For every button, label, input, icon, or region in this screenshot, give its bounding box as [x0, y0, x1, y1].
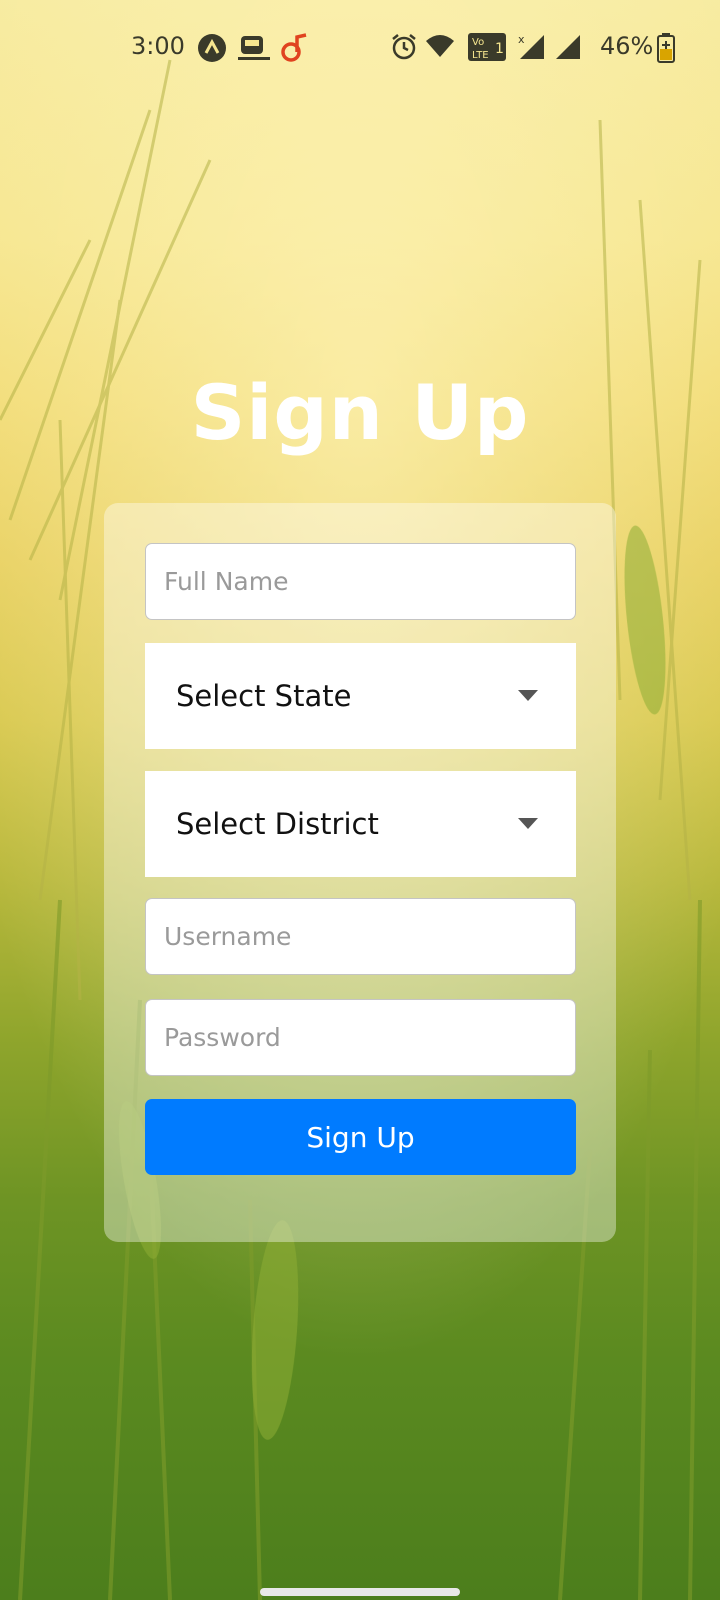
- svg-text:LTE: LTE: [472, 50, 489, 61]
- train-icon: [238, 36, 270, 60]
- chevron-down-icon: [518, 818, 538, 829]
- svg-text:Vo: Vo: [472, 37, 484, 48]
- wifi-icon: [426, 35, 454, 57]
- district-select-label: Select District: [176, 807, 379, 841]
- svg-text:x: x: [518, 33, 525, 46]
- battery-charging-icon: [657, 33, 675, 63]
- sign-up-button[interactable]: Sign Up: [145, 1099, 576, 1175]
- full-name-input[interactable]: [145, 543, 576, 620]
- home-indicator[interactable]: [260, 1588, 460, 1596]
- signal-x-icon: x: [518, 33, 544, 59]
- state-select[interactable]: Select State: [145, 643, 576, 749]
- username-input[interactable]: [145, 898, 576, 975]
- password-input[interactable]: [145, 999, 576, 1076]
- alarm-icon: [392, 34, 416, 60]
- status-time: 3:00: [131, 32, 185, 60]
- signal-icon: [556, 35, 580, 59]
- state-select-label: Select State: [176, 679, 352, 713]
- svg-text:1: 1: [495, 41, 504, 57]
- chevron-down-icon: [518, 690, 538, 701]
- district-select[interactable]: Select District: [145, 771, 576, 877]
- page-title: Sign Up: [190, 368, 530, 457]
- music-note-icon: [281, 33, 307, 62]
- volte-icon: Vo LTE 1: [468, 33, 506, 61]
- battery-percent: 46%: [600, 32, 654, 60]
- status-bar: 3:00 Vo LTE 1 x 46%: [0, 0, 720, 96]
- app-a-icon: [198, 34, 226, 62]
